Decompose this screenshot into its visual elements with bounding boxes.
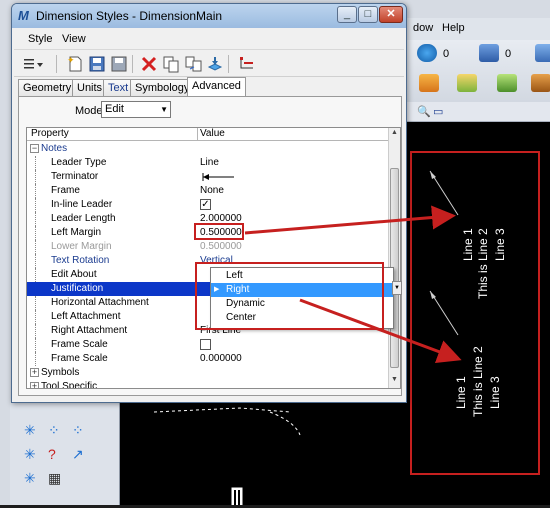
callout-arrows xyxy=(244,205,462,363)
